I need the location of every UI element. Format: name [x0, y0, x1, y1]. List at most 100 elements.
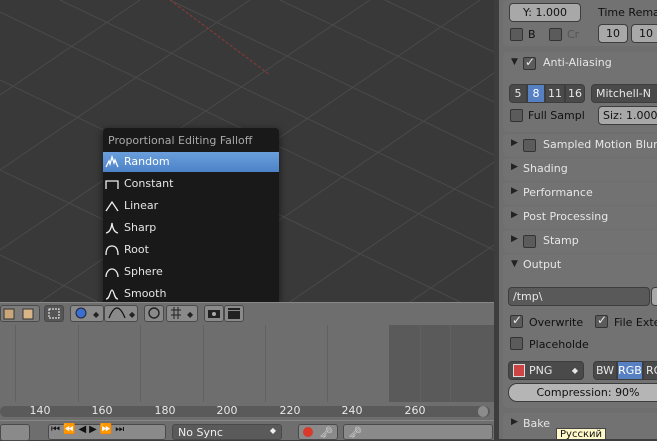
shading-panel[interactable]: ▶ Shading [503, 158, 657, 181]
frame-label: 240 [341, 404, 363, 417]
file-extensions-checkbox[interactable] [595, 313, 608, 328]
overwrite-checkbox[interactable] [510, 313, 523, 328]
frame-label: 260 [404, 404, 426, 417]
menu-item-smooth[interactable]: Smooth [103, 284, 279, 304]
expanded-triangle-icon: ▼ [511, 57, 518, 67]
snap-toggle[interactable] [144, 305, 164, 322]
anti-aliasing-panel: ▼ Anti-Aliasing 5 8 11 16 Mitchell-N Ful… [503, 52, 657, 132]
timeline-area[interactable] [0, 325, 494, 402]
stamp-checkbox[interactable] [523, 235, 536, 248]
record-icon [303, 427, 313, 437]
root-falloff-icon [105, 245, 119, 256]
keying-set-field[interactable]: 🗝 [343, 424, 493, 440]
collapsed-triangle-icon: ▶ [511, 210, 518, 220]
svg-text:◆: ◆ [187, 310, 194, 319]
viewport-header: ◆ ◆ ◆ [0, 302, 494, 325]
cube-icon [3, 308, 34, 320]
clapper-icon [228, 308, 240, 319]
collapsed-triangle-icon: ▶ [511, 417, 518, 427]
playback-field[interactable] [0, 424, 30, 441]
falloff-dropdown[interactable]: ◆ [104, 305, 138, 322]
snap-element-dropdown[interactable]: ◆ [166, 305, 198, 322]
border-checkbox[interactable] [510, 28, 523, 41]
anti-aliasing-checkbox[interactable] [523, 55, 536, 70]
remap-old-field[interactable]: 10 [598, 24, 628, 43]
out-of-range-region [389, 325, 494, 402]
svg-text:◆: ◆ [93, 310, 100, 319]
collapsed-triangle-icon: ▶ [511, 186, 518, 196]
transport-icons[interactable]: ⏮⏪◀▶⏩⏭ [51, 424, 127, 435]
folder-icon[interactable] [651, 287, 657, 306]
crop-checkbox[interactable] [549, 28, 562, 41]
select-mode-icon[interactable] [44, 305, 64, 322]
frame-label: 200 [216, 404, 238, 417]
collapsed-triangle-icon: ▶ [511, 234, 518, 244]
color-mode-bw[interactable]: BW [593, 361, 617, 380]
key-icon: 🗝 [319, 426, 333, 439]
y-aspect-field[interactable]: Y: 1.000 [509, 3, 581, 22]
render-animation-button[interactable] [224, 305, 244, 322]
time-remap-label: Time Remap [598, 6, 657, 19]
aa-sample-11[interactable]: 11 [545, 84, 565, 103]
collapsed-triangle-icon: ▶ [511, 162, 518, 172]
sampled-motion-blur-panel[interactable]: ▶ Sampled Motion Blur [503, 134, 657, 157]
aa-sample-8[interactable]: 8 [527, 84, 545, 103]
proportional-falloff-menu: Proportional Editing Falloff Random Cons… [103, 128, 279, 302]
output-path-field[interactable]: /tmp\ [508, 287, 650, 306]
constant-falloff-icon [105, 180, 119, 189]
motion-blur-checkbox[interactable] [523, 139, 536, 152]
render-still-button[interactable] [204, 305, 224, 322]
color-mode-rgba[interactable]: RG [643, 361, 657, 380]
frame-label: 160 [91, 404, 113, 417]
output-header[interactable]: ▼ Output [503, 254, 657, 277]
collapsed-triangle-icon: ▶ [511, 138, 518, 148]
menu-item-sharp[interactable]: Sharp [103, 218, 279, 238]
sync-dropdown[interactable]: No Sync ◆ [172, 424, 282, 440]
menu-item-random[interactable]: Random [103, 152, 279, 172]
record-button[interactable]: 🗝 [298, 424, 338, 440]
smooth-falloff-icon [105, 289, 119, 300]
playback-controls: ⏮⏪◀▶⏩⏭ [48, 424, 166, 440]
random-falloff-icon [105, 155, 119, 168]
aa-filter-dropdown[interactable]: Mitchell-N [591, 84, 657, 103]
aa-sample-5[interactable]: 5 [509, 84, 527, 103]
linear-falloff-icon [105, 200, 119, 212]
menu-item-sphere[interactable]: Sphere [103, 262, 279, 282]
properties-panel: Y: 1.000 Time Remap B Cr 10 10 ▼ Anti-Al… [494, 0, 657, 439]
color-mode-rgb[interactable]: RGB [617, 361, 643, 380]
performance-panel[interactable]: ▶ Performance [503, 182, 657, 205]
magnet-icon [148, 307, 160, 319]
stamp-panel[interactable]: ▶ Stamp [503, 230, 657, 253]
expanded-triangle-icon: ▼ [511, 259, 518, 269]
shading-buttons[interactable] [0, 305, 40, 322]
frame-ruler[interactable]: 140 160 180 200 220 240 260 [0, 402, 494, 420]
file-format-dropdown[interactable]: PNG ◆ [508, 361, 584, 380]
scrollbar-handle[interactable] [478, 406, 488, 417]
image-format-icon [513, 364, 525, 377]
anti-aliasing-header[interactable]: ▼ Anti-Aliasing [503, 52, 657, 75]
post-processing-panel[interactable]: ▶ Post Processing [503, 206, 657, 229]
sharp-falloff-icon [105, 222, 119, 234]
remap-new-field[interactable]: 10 [631, 24, 657, 43]
compression-slider[interactable]: Compression: 90% [508, 383, 657, 402]
full-sample-checkbox[interactable] [510, 109, 523, 122]
language-tooltip: Русский [556, 428, 606, 439]
filter-size-field[interactable]: Siz: 1.000 [598, 106, 657, 125]
camera-icon [208, 310, 220, 318]
proportional-edit-toggle[interactable]: ◆ [70, 305, 104, 322]
menu-item-root[interactable]: Root [103, 240, 279, 260]
menu-item-constant[interactable]: Constant [103, 174, 279, 194]
sphere-falloff-icon [105, 268, 119, 278]
frame-label: 180 [154, 404, 176, 417]
grid-snap-icon: ◆ [171, 307, 194, 319]
output-panel: ▼ Output /tmp\ Overwrite File Exte Place… [503, 254, 657, 408]
dimensions-partial: Y: 1.000 Time Remap B Cr 10 10 [503, 0, 657, 46]
aa-sample-16[interactable]: 16 [565, 84, 585, 103]
frame-label: 220 [279, 404, 301, 417]
menu-item-linear[interactable]: Linear [103, 196, 279, 216]
chevron-down-icon: ◆ [571, 366, 578, 375]
svg-text:◆: ◆ [129, 310, 136, 319]
placeholders-checkbox[interactable] [510, 337, 523, 350]
frame-label: 140 [29, 404, 51, 417]
timeline-header: ⏮⏪◀▶⏩⏭ No Sync ◆ 🗝 🗝 [0, 420, 494, 441]
